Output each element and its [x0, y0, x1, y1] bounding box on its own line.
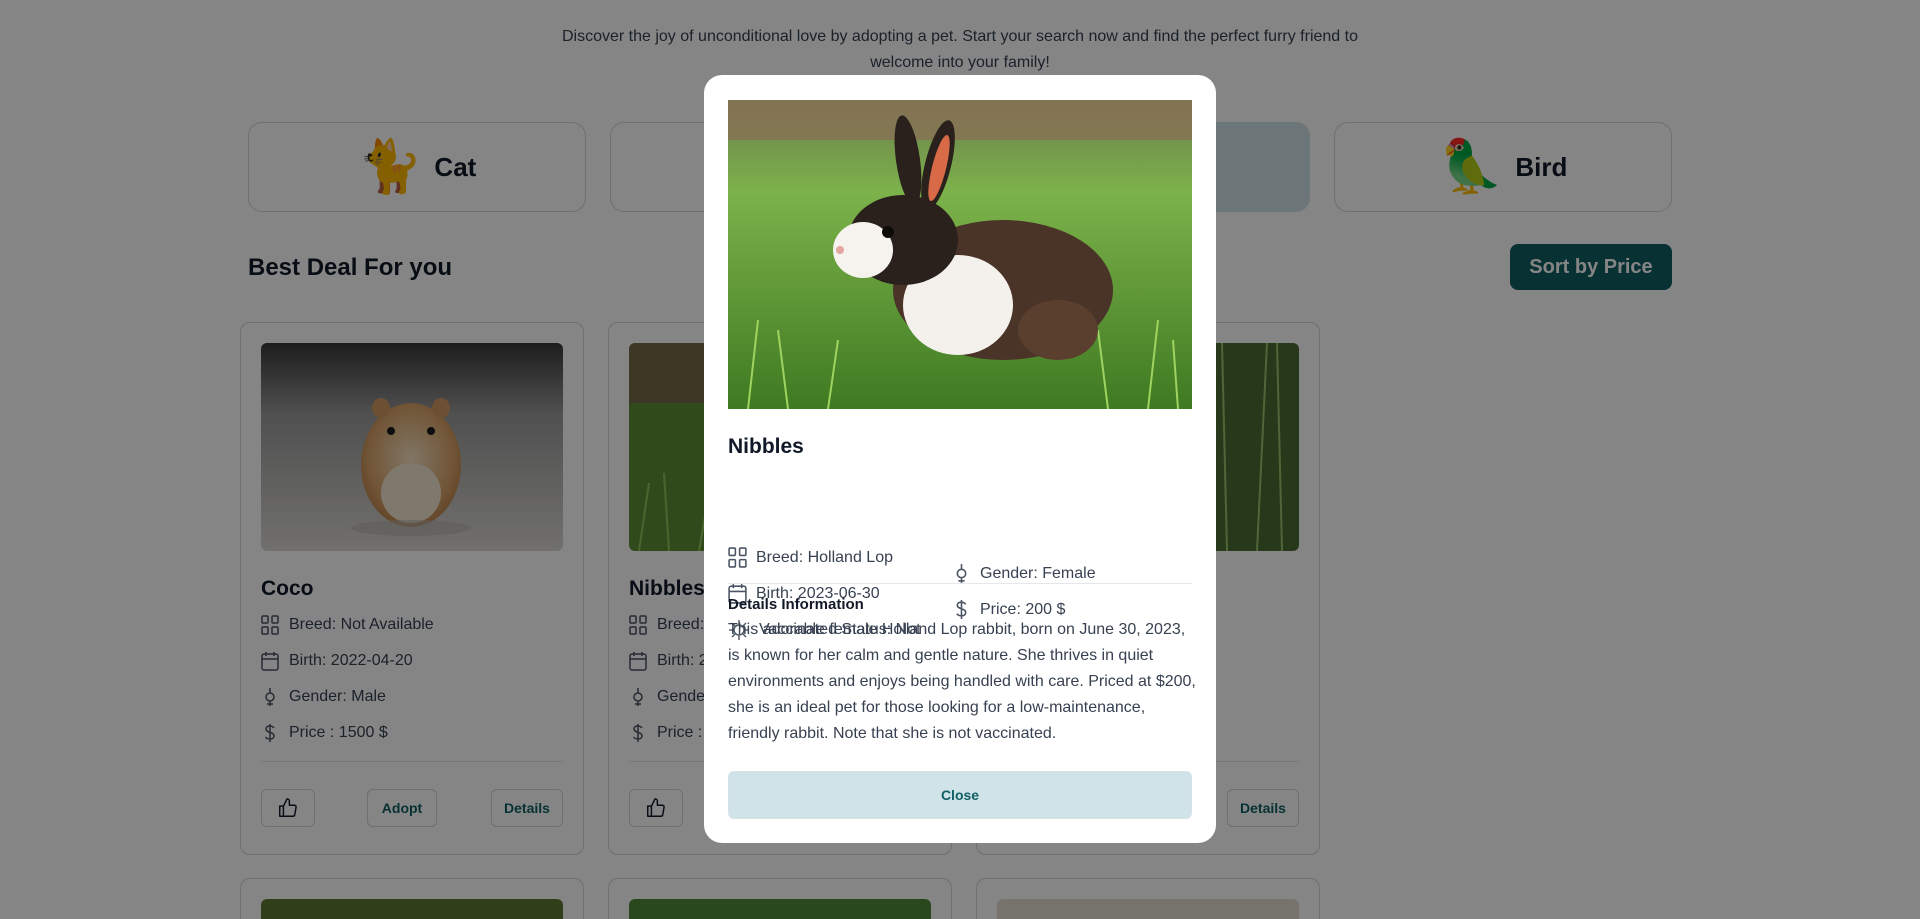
modal-divider [728, 583, 1192, 584]
price-text: Price: 200 $ [980, 600, 1066, 618]
gender-icon [956, 564, 967, 583]
pet-details-modal: Nibbles Breed: Holland Lop Birth: 2023-0… [704, 75, 1216, 843]
breed-row: Breed: Holland Lop [728, 547, 893, 568]
breed-text: Breed: Holland Lop [756, 548, 893, 566]
grid-icon [728, 547, 747, 568]
gender-row: Gender: Female [952, 563, 1096, 584]
gender-text: Gender: Female [980, 564, 1096, 582]
pet-photo [728, 100, 1192, 409]
details-text: This adorable female Holland Lop rabbit,… [728, 621, 1196, 742]
details-title: Details Information [728, 596, 864, 613]
pet-name: Nibbles [728, 435, 804, 458]
close-button[interactable]: Close [728, 771, 1192, 819]
